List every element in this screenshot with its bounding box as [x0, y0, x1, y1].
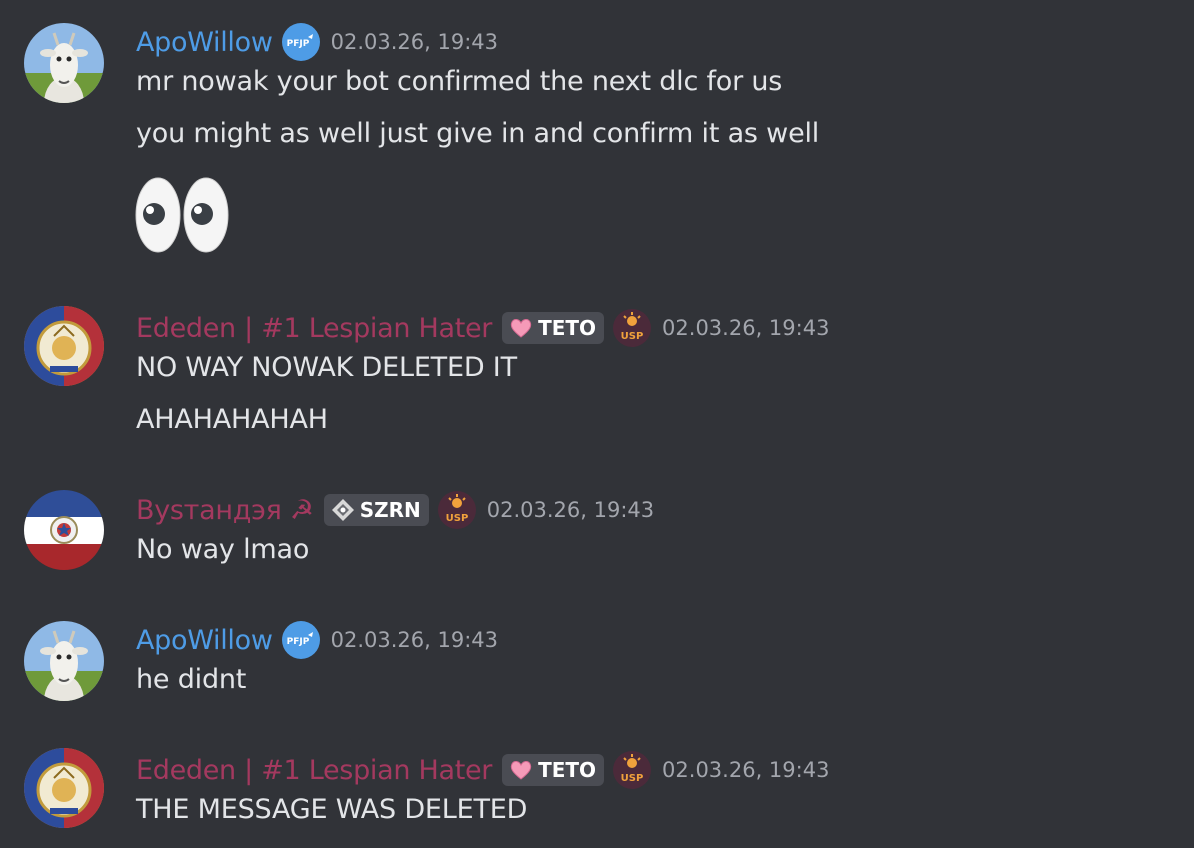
teto-tag[interactable]: TETO — [502, 754, 605, 786]
username[interactable]: ApoWillow — [136, 27, 273, 58]
avatar-goat[interactable] — [24, 23, 104, 103]
timestamp[interactable]: 02.03.26, 19:43 — [662, 316, 829, 340]
tag-label: TETO — [538, 316, 597, 340]
pink-heart-icon — [510, 761, 532, 780]
message-header: ApoWillow PFJP 02.03.26, 19:43 — [136, 22, 498, 62]
timestamp[interactable]: 02.03.26, 19:43 — [331, 628, 498, 652]
message-text: NO WAY NOWAK DELETED IT — [136, 352, 517, 383]
usp-badge-icon[interactable]: USP — [437, 490, 477, 530]
message-text: mr nowak your bot confirmed the next dlc… — [136, 66, 783, 97]
usp-badge-icon[interactable]: USP — [612, 308, 652, 348]
usp-badge-icon[interactable]: USP — [612, 750, 652, 790]
tag-label: SZRN — [359, 498, 421, 522]
pfjp-role-icon[interactable]: PFJP — [281, 620, 321, 660]
username[interactable]: Ededen | #1 Lespian Hater — [136, 755, 492, 786]
message-text: No way lmao — [136, 534, 310, 565]
timestamp[interactable]: 02.03.26, 19:43 — [487, 498, 654, 522]
szrn-tag[interactable]: SZRN — [323, 494, 429, 526]
usp-badge-label: USP — [621, 773, 644, 784]
pink-heart-icon — [510, 319, 532, 338]
username[interactable]: ApoWillow — [136, 625, 273, 656]
diamond-emblem-icon — [331, 499, 354, 521]
usp-badge-label: USP — [621, 331, 644, 342]
avatar-crest[interactable] — [24, 748, 104, 828]
avatar-flag[interactable] — [24, 490, 104, 570]
message-header: Ededen | #1 Lespian Hater TETO USP 02.03… — [136, 308, 829, 348]
message-header: Ededen | #1 Lespian Hater TETO USP 02.03… — [136, 750, 829, 790]
message-text: he didnt — [136, 664, 247, 695]
teto-tag[interactable]: TETO — [502, 312, 605, 344]
username[interactable]: Ededen | #1 Lespian Hater — [136, 313, 492, 344]
avatar-crest[interactable] — [24, 306, 104, 386]
eyes-emoji[interactable] — [134, 175, 234, 259]
message-text: THE MESSAGE WAS DELETED — [136, 794, 528, 825]
avatar-goat[interactable] — [24, 621, 104, 701]
message-text: you might as well just give in and confi… — [136, 118, 820, 149]
timestamp[interactable]: 02.03.26, 19:43 — [331, 30, 498, 54]
message-header: Bysтaндэя ☭ SZRN USP 02.03.26, 19:43 — [136, 490, 654, 530]
username[interactable]: Bysтaндэя ☭ — [136, 495, 314, 526]
pfjp-role-icon[interactable]: PFJP — [281, 22, 321, 62]
message-header: ApoWillow PFJP 02.03.26, 19:43 — [136, 620, 498, 660]
timestamp[interactable]: 02.03.26, 19:43 — [662, 758, 829, 782]
usp-badge-label: USP — [445, 513, 468, 524]
tag-label: TETO — [538, 758, 597, 782]
chat-message-list: ApoWillow PFJP 02.03.26, 19:43 mr nowak … — [0, 0, 1194, 848]
message-text: AHAHAHAHAH — [136, 404, 328, 435]
pfjp-badge-label: PFJP — [286, 637, 309, 647]
pfjp-badge-label: PFJP — [286, 39, 309, 49]
